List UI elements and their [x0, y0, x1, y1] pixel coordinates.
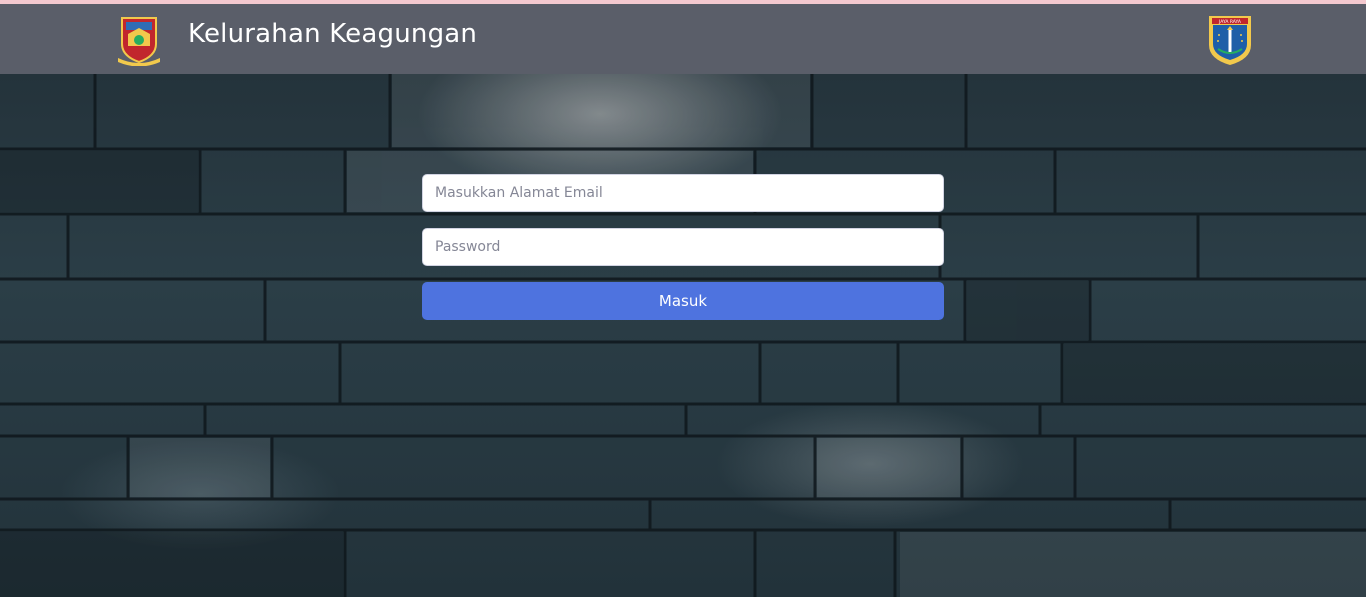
site-title: Kelurahan Keagungan — [188, 19, 478, 49]
login-button[interactable]: Masuk — [422, 282, 944, 320]
district-emblem-logo — [116, 14, 162, 67]
jaya-raya-logo: JAYA RAYA — [1206, 13, 1254, 67]
top-navbar: Kelurahan Keagungan JAYA RAYA — [0, 4, 1366, 74]
stone-wall-background — [0, 74, 1366, 597]
jaya-raya-text: JAYA RAYA — [1218, 19, 1242, 25]
jaya-raya-emblem-icon: JAYA RAYA — [1209, 16, 1251, 65]
password-input[interactable] — [422, 228, 944, 266]
stone-wall-pattern — [0, 74, 1366, 597]
district-emblem-icon — [118, 17, 160, 67]
email-input[interactable] — [422, 174, 944, 212]
login-page: Kelurahan Keagungan JAYA RAYA Masuk — [0, 0, 1366, 597]
